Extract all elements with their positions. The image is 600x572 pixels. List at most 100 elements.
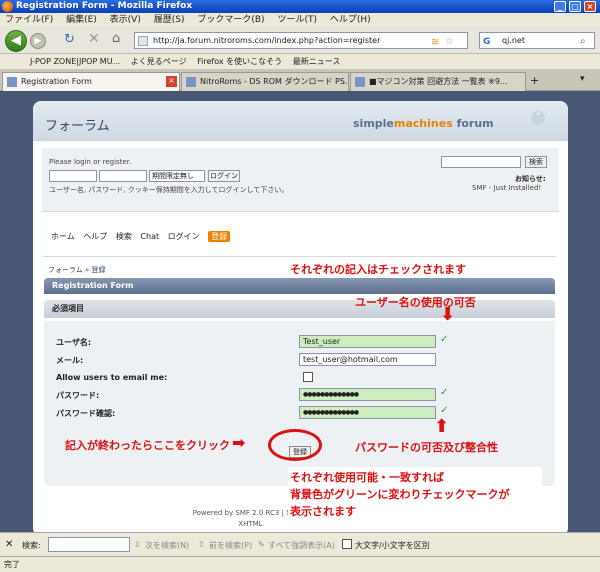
login-username-input[interactable] xyxy=(49,170,97,182)
nav-chat[interactable]: Chat xyxy=(140,232,159,241)
close-tab-icon[interactable]: × xyxy=(166,76,177,87)
menu-help[interactable]: ヘルプ(H) xyxy=(325,13,376,27)
close-find-icon[interactable]: ✕ xyxy=(5,539,13,550)
nav-register[interactable]: 登録 xyxy=(208,231,231,242)
collapse-icon[interactable]: ⌃ xyxy=(531,111,545,125)
tab-label: NitroRoms - DS ROM ダウンロード PS... xyxy=(200,77,349,86)
username-input[interactable]: Test_user xyxy=(299,335,436,348)
tab-nitroroms[interactable]: NitroRoms - DS ROM ダウンロード PS... xyxy=(181,72,349,91)
highlight-all-button[interactable]: すべて強調表示(A) xyxy=(268,540,335,551)
nav-help[interactable]: ヘルプ xyxy=(83,232,107,241)
breadcrumb[interactable]: フォーラム » 登録 xyxy=(48,265,106,275)
email-input[interactable]: test_user@hotmail.com xyxy=(299,353,436,366)
login-password-input[interactable] xyxy=(99,170,147,182)
find-bar: ✕ 検索: ⇩ 次を検索(N) ⇧ 前を検索(P) ✎ すべて強調表示(A) 大… xyxy=(0,532,600,556)
url-bar[interactable]: http://ja.forum.nitroroms.com/index.php?… xyxy=(134,32,468,49)
bookmark-item[interactable]: Firefox を使いこなそう xyxy=(193,54,286,69)
window-titlebar: Registration Form - Mozilla Firefox _ □ … xyxy=(0,0,600,13)
registration-form: ユーザ名: Test_user ✓ メール: test_user@hotmail… xyxy=(44,321,555,486)
find-prev-button[interactable]: 前を検索(P) xyxy=(209,540,252,551)
menu-view[interactable]: 表示(V) xyxy=(105,13,146,27)
divider xyxy=(43,256,556,257)
password-confirm-input[interactable]: ●●●●●●●●●●●●● xyxy=(299,406,436,419)
minimize-button[interactable]: _ xyxy=(554,1,566,12)
search-bar[interactable]: G qj.net ⌕ xyxy=(479,32,595,49)
tab-label: Registration Form xyxy=(21,77,92,86)
bookmark-item[interactable]: J-POP ZONE|JPOP MU... xyxy=(0,54,124,69)
bookmark-item[interactable]: 最新ニュース xyxy=(289,54,345,69)
check-icon: ✓ xyxy=(440,387,449,398)
required-heading: 必須項目 xyxy=(44,300,555,318)
home-icon[interactable]: ⌂ xyxy=(112,31,120,46)
new-tab-icon[interactable]: + xyxy=(530,74,539,87)
highlight-icon: ✎ xyxy=(258,540,265,549)
find-prev-icon: ⇧ xyxy=(198,540,205,549)
star-icon[interactable]: ☆ xyxy=(445,34,454,49)
bookmarks-toolbar: J-POP ZONE|JPOP MU... よく見るページ Firefox を使… xyxy=(0,54,600,69)
login-button[interactable]: ログイン xyxy=(208,170,240,182)
arrow-right-icon: ➡ xyxy=(232,433,246,452)
forum-nav: ホーム ヘルプ 検索 Chat ログイン 登録 xyxy=(51,231,236,242)
page-icon xyxy=(186,77,196,87)
search-text: qj.net xyxy=(502,36,525,45)
forum-search-button[interactable]: 検索 xyxy=(525,156,547,168)
find-input[interactable] xyxy=(48,537,130,552)
menu-tools[interactable]: ツール(T) xyxy=(272,13,322,27)
forum-search-input[interactable] xyxy=(441,156,521,168)
menu-edit[interactable]: 編集(E) xyxy=(61,13,102,27)
stop-icon[interactable]: ✕ xyxy=(88,31,100,47)
google-icon[interactable]: G xyxy=(483,35,490,50)
password-confirm-label: パスワード確認: xyxy=(56,409,116,418)
tab-magicon[interactable]: ■マジコン対策 回避方法 一覧表 ※9... xyxy=(350,72,526,91)
allow-email-label: Allow users to email me: xyxy=(56,373,168,382)
annotation-green-2: 背景色がグリーンに変わりチェックマークが xyxy=(290,488,510,501)
forward-button[interactable]: ▶ xyxy=(30,33,46,49)
find-next-button[interactable]: 次を検索(N) xyxy=(145,540,189,551)
nav-home[interactable]: ホーム xyxy=(51,232,75,241)
tab-label: ■マジコン対策 回避方法 一覧表 ※9... xyxy=(369,77,508,86)
annotation-green-1: それぞれ使用可能・一致すれば xyxy=(290,471,444,484)
forum-title: フォーラム xyxy=(45,119,110,134)
login-prompt: Please login or register. xyxy=(49,158,132,166)
smf-logo: simplemachines forum xyxy=(353,117,494,130)
site-icon xyxy=(138,36,148,46)
tab-registration[interactable]: Registration Form × xyxy=(2,72,180,92)
password-label: パスワード: xyxy=(56,391,100,400)
search-icon[interactable]: ⌕ xyxy=(580,34,586,49)
close-button[interactable]: × xyxy=(584,1,596,12)
reload-icon[interactable]: ↻ xyxy=(64,32,75,47)
password-input[interactable]: ●●●●●●●●●●●●● xyxy=(299,388,436,401)
annotation-note-box: それぞれ使用可能・一致すれば 背景色がグリーンに変わりチェックマークが 表示され… xyxy=(288,467,542,523)
maximize-button[interactable]: □ xyxy=(569,1,581,12)
nav-login[interactable]: ログイン xyxy=(168,232,200,241)
session-select[interactable]: 期間限定無し xyxy=(149,170,205,182)
annotation-checked: それぞれの記入はチェックされます xyxy=(290,263,466,276)
arrow-down-icon: ⬇ xyxy=(440,304,456,325)
page-icon xyxy=(7,77,17,87)
form-title-bar: Registration Form xyxy=(44,278,555,294)
login-hint: ユーザー名, パスワード, クッキー保持期間を入力してログインして下さい。 xyxy=(49,186,289,194)
annotation-password: パスワードの可否及び整合性 xyxy=(355,441,498,454)
annotation-username: ユーザー名の使用の可否 xyxy=(355,296,476,309)
find-next-icon: ⇩ xyxy=(134,540,141,549)
window-title: Registration Form - Mozilla Firefox xyxy=(16,1,193,11)
menu-history[interactable]: 履歴(S) xyxy=(149,13,190,27)
menu-bookmarks[interactable]: ブックマーク(B) xyxy=(192,13,269,27)
rss-icon[interactable]: ≋ xyxy=(431,35,439,50)
check-icon: ✓ xyxy=(440,405,449,416)
allow-email-checkbox[interactable] xyxy=(303,372,313,382)
annotation-click: 記入が終わったらここをクリック xyxy=(65,439,230,452)
match-case-label: 大文字/小文字を区別 xyxy=(355,541,430,550)
email-label: メール: xyxy=(56,356,84,365)
check-icon: ✓ xyxy=(440,334,449,345)
tab-list-icon[interactable]: ▾ xyxy=(580,74,585,84)
navigation-toolbar: ◀ ▶ ↻ ✕ ⌂ http://ja.forum.nitroroms.com/… xyxy=(0,27,600,54)
bookmark-item[interactable]: よく見るページ xyxy=(127,54,191,69)
page-viewport: フォーラム simplemachines forum ⌃ Please logi… xyxy=(0,91,600,536)
nav-search[interactable]: 検索 xyxy=(116,232,132,241)
news-text: SMF - Just Installed! xyxy=(472,184,542,192)
menu-file[interactable]: ファイル(F) xyxy=(0,13,58,27)
match-case-checkbox[interactable] xyxy=(342,539,352,549)
menu-bar: ファイル(F) 編集(E) 表示(V) 履歴(S) ブックマーク(B) ツール(… xyxy=(0,13,600,27)
back-button[interactable]: ◀ xyxy=(5,30,27,52)
